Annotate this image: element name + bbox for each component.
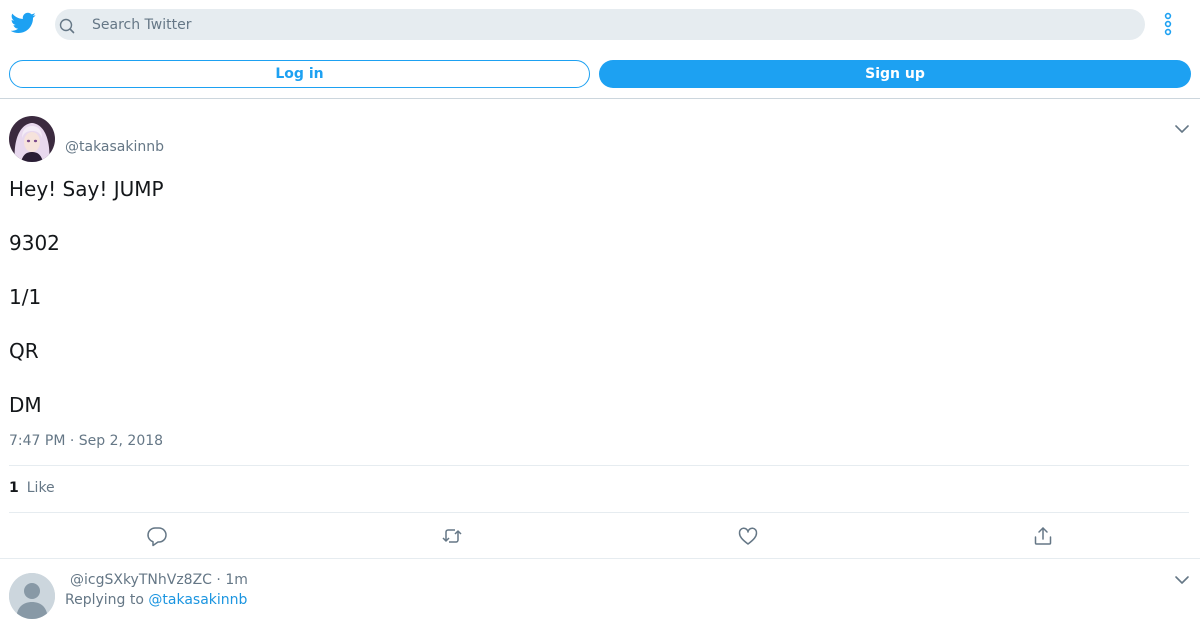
like-icon[interactable] bbox=[737, 525, 759, 547]
replying-to-prefix: Replying to bbox=[65, 592, 144, 608]
reply-author: @icgSXkyTNhVz8ZC · 1m bbox=[70, 572, 248, 588]
tweet-line: 9302 bbox=[9, 231, 60, 255]
default-avatar-icon bbox=[9, 573, 55, 619]
sign-up-button[interactable]: Sign up bbox=[599, 60, 1191, 88]
tweet-timestamp[interactable]: 7:47 PM · Sep 2, 2018 bbox=[9, 433, 163, 449]
tweet-line: QR bbox=[9, 339, 39, 363]
stats-divider-bottom bbox=[9, 512, 1189, 513]
tweet-line: DM bbox=[9, 393, 42, 417]
more-vertical-icon[interactable] bbox=[1160, 12, 1176, 38]
tweet-actions bbox=[0, 525, 1200, 549]
chevron-down-icon[interactable] bbox=[1174, 123, 1190, 135]
avatar[interactable] bbox=[9, 116, 55, 162]
tweet-line: 1/1 bbox=[9, 285, 42, 309]
tweet-text: Hey! Say! JUMP 9302 1/1 QR DM bbox=[9, 176, 1189, 446]
reply-author-handle[interactable]: @icgSXkyTNhVz8ZC bbox=[70, 572, 212, 588]
reply-age[interactable]: 1m bbox=[225, 572, 248, 588]
tweet-line: Hey! Say! JUMP bbox=[9, 177, 164, 201]
log-in-button[interactable]: Log in bbox=[9, 60, 590, 88]
top-bar bbox=[0, 0, 1200, 48]
replying-to-link[interactable]: @takasakinnb bbox=[148, 592, 247, 608]
likes-label: Like bbox=[26, 480, 55, 496]
share-icon[interactable] bbox=[1032, 525, 1054, 547]
replying-to: Replying to @takasakinnb bbox=[65, 592, 247, 608]
auth-buttons: Log in Sign up bbox=[0, 60, 1200, 88]
likes-number: 1 bbox=[9, 480, 19, 496]
tweet-divider bbox=[0, 558, 1200, 559]
search-bar bbox=[55, 9, 1145, 40]
search-input[interactable] bbox=[92, 9, 1132, 40]
twitter-bird-icon[interactable] bbox=[11, 12, 36, 34]
search-icon bbox=[59, 18, 75, 34]
chevron-down-icon[interactable] bbox=[1174, 574, 1190, 586]
retweet-icon[interactable] bbox=[441, 525, 463, 547]
reply-avatar[interactable] bbox=[9, 573, 55, 619]
likes-count[interactable]: 1 Like bbox=[9, 480, 55, 496]
header-divider bbox=[0, 98, 1200, 99]
stats-divider-top bbox=[9, 465, 1189, 466]
reply-separator: · bbox=[211, 572, 226, 588]
tweet-author-handle[interactable]: @takasakinnb bbox=[65, 139, 164, 155]
reply-icon[interactable] bbox=[146, 525, 168, 547]
avatar-image bbox=[9, 116, 55, 162]
